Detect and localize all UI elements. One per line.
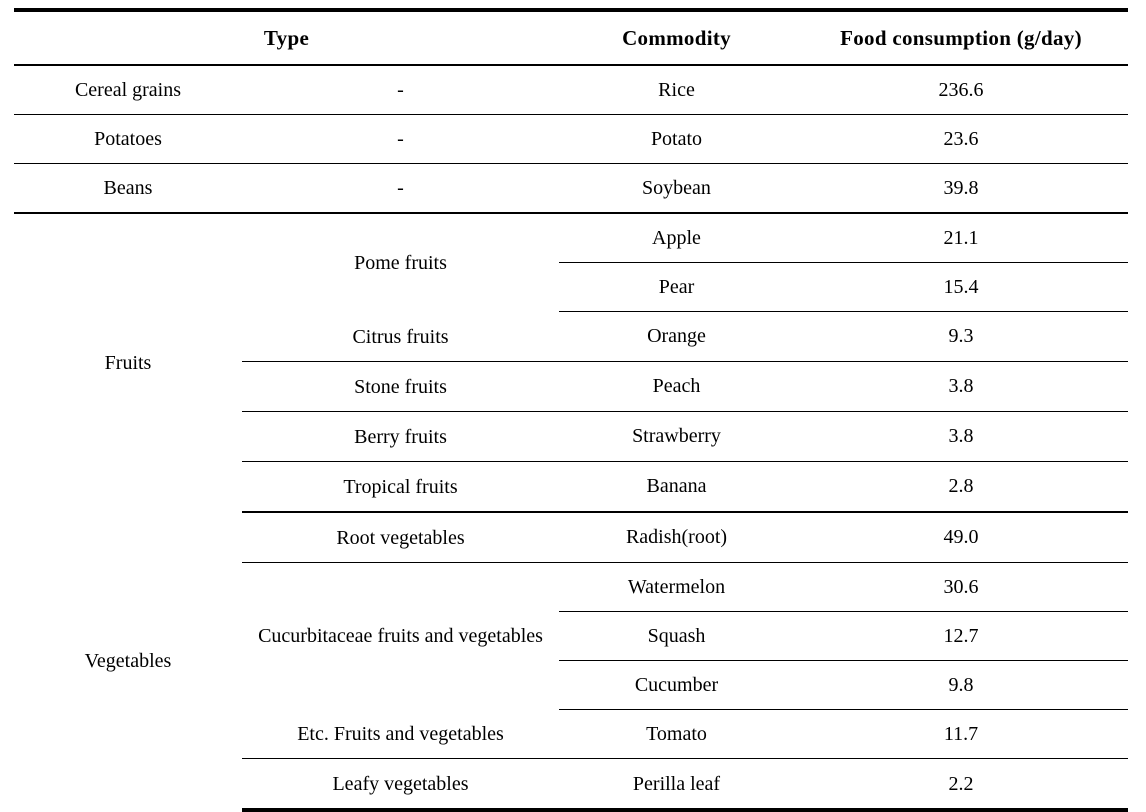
table-container: Type Commodity Food consumption (g/day) … [14,8,1128,812]
cell-consumption: 236.6 [794,65,1128,115]
cell-consumption: 21.1 [794,213,1128,263]
table-row: Potatoes - Potato 23.6 [14,114,1128,164]
cell-type-group: Potatoes [14,114,242,164]
table-row: Fruits Pome fruits Apple 21.1 [14,213,1128,374]
cell-type-group: Beans [14,163,242,214]
cell-commodity: Peach [559,361,794,412]
cell-consumption: 9.8 [794,660,1128,710]
cell-commodity: Rice [559,65,794,115]
column-header-consumption: Food consumption (g/day) [794,8,1128,66]
cell-consumption: 11.7 [794,709,1128,759]
cell-type-subgroup: Tropical fruits [242,461,559,513]
table-body: Cereal grains - Rice 236.6 Potatoes - Po… [14,65,1128,812]
cell-consumption: 39.8 [794,163,1128,214]
cell-type-subgroup: Stone fruits [242,361,559,412]
table-row: Beans - Soybean 39.8 [14,163,1128,214]
cell-type-subgroup: - [242,65,559,115]
cell-type-subgroup: Root vegetables [242,511,559,563]
cell-consumption: 12.7 [794,611,1128,661]
cell-type-subgroup-cucurbitaceae: Cucurbitaceae fruits and vegetables [258,625,543,648]
cell-consumption: 49.0 [794,511,1128,563]
cell-commodity: Pear [559,262,794,312]
table-header: Type Commodity Food consumption (g/day) [14,8,1128,66]
cell-type-subgroup: Leafy vegetables [242,758,559,812]
cell-commodity: Potato [559,114,794,164]
cell-type-group-fruits: Fruits [104,351,152,374]
food-consumption-table: Type Commodity Food consumption (g/day) … [14,8,1128,812]
cell-consumption: 23.6 [794,114,1128,164]
cell-commodity: Squash [559,611,794,661]
cell-type-group: Cereal grains [14,65,242,115]
cell-type-subgroup-pome: Pome fruits [354,252,447,275]
cell-type-group-vegetables: Vegetables [84,649,172,672]
cell-consumption: 2.2 [794,758,1128,812]
cell-commodity: Watermelon [559,562,794,612]
column-header-commodity: Commodity [559,8,794,66]
cell-consumption: 15.4 [794,262,1128,312]
header-row: Type Commodity Food consumption (g/day) [14,8,1128,66]
cell-consumption: 3.8 [794,411,1128,462]
cell-commodity: Banana [559,461,794,513]
cell-type-subgroup: Berry fruits [242,411,559,462]
column-header-type: Type [14,8,559,66]
cell-consumption: 2.8 [794,461,1128,513]
cell-commodity: Cucumber [559,660,794,710]
cell-commodity: Orange [559,311,794,362]
cell-consumption: 30.6 [794,562,1128,612]
table-row: Vegetables Root vegetables Radish(root) … [14,511,1128,672]
cell-commodity: Perilla leaf [559,758,794,812]
cell-commodity: Apple [559,213,794,263]
cell-type-subgroup: Etc. Fruits and vegetables [242,709,559,759]
cell-consumption: 9.3 [794,311,1128,362]
cell-commodity: Tomato [559,709,794,759]
cell-consumption: 3.8 [794,361,1128,412]
cell-type-subgroup: - [242,114,559,164]
cell-type-subgroup: Citrus fruits [242,311,559,362]
table-row: Cereal grains - Rice 236.6 [14,65,1128,115]
cell-commodity: Radish(root) [559,511,794,563]
cell-commodity: Strawberry [559,411,794,462]
cell-commodity: Soybean [559,163,794,214]
cell-type-subgroup: - [242,163,559,214]
